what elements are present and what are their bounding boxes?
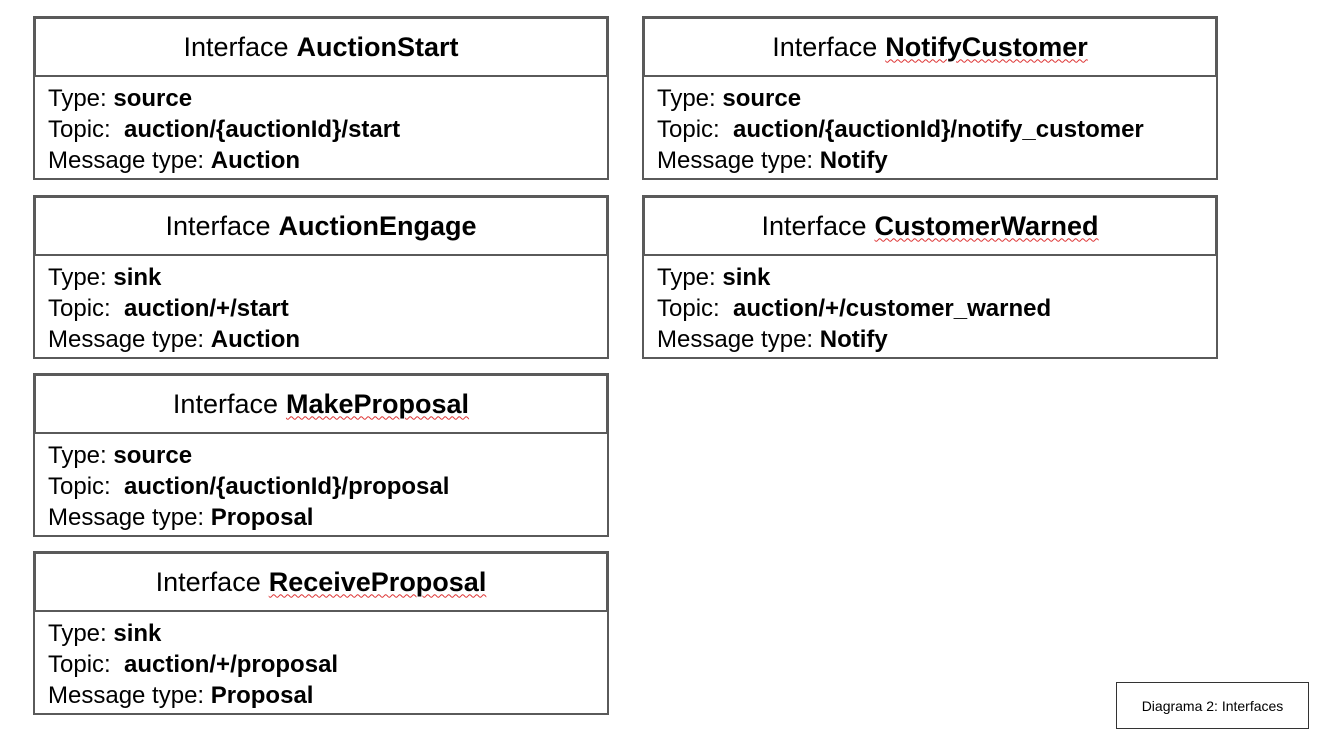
topic-row: Topic: auction/+/proposal [48,649,607,680]
type-label: Type: [657,85,716,112]
interface-header: Interface CustomerWarned [642,195,1218,257]
interface-body: Type: sink Topic: auction/+/customer_war… [642,256,1218,359]
message-type-label: Message type: [48,682,205,709]
type-row: Type: source [48,83,607,114]
message-type-row: Message type: Proposal [48,502,607,533]
interface-name: ReceiveProposal [268,566,487,597]
type-row: Type: sink [48,262,607,293]
topic-row: Topic: auction/{auctionId}/start [48,114,607,145]
type-row: Type: source [657,83,1216,114]
message-type-label: Message type: [657,147,814,174]
interface-card-makeproposal: Interface MakeProposal Type: source Topi… [33,373,609,537]
type-value: sink [722,264,771,291]
interface-body: Type: sink Topic: auction/+/proposal Mes… [33,612,609,715]
type-label: Type: [657,264,716,291]
topic-label: Topic: [48,473,111,500]
interface-header: Interface ReceiveProposal [33,551,609,613]
interface-keyword: Interface [761,210,867,241]
type-label: Type: [48,442,107,469]
diagram-caption: Diagrama 2: Interfaces [1116,682,1309,729]
message-type-row: Message type: Proposal [48,680,607,711]
type-value: source [113,442,193,469]
interface-name: AuctionEngage [278,210,477,241]
topic-value: auction/{auctionId}/proposal [124,473,450,500]
topic-value: auction/{auctionId}/start [124,116,401,143]
interface-card-notifycustomer: Interface NotifyCustomer Type: source To… [642,16,1218,180]
message-type-row: Message type: Auction [48,145,607,176]
message-type-value: Proposal [210,504,314,531]
interface-name: AuctionStart [296,31,459,62]
interface-name: MakeProposal [285,388,470,419]
topic-row: Topic: auction/{auctionId}/proposal [48,471,607,502]
interface-header: Interface AuctionEngage [33,195,609,257]
interface-header: Interface MakeProposal [33,373,609,435]
type-value: source [722,85,802,112]
message-type-value: Notify [819,326,888,353]
type-value: sink [113,264,162,291]
interface-body: Type: source Topic: auction/{auctionId}/… [33,77,609,180]
message-type-value: Notify [819,147,888,174]
topic-label: Topic: [48,116,111,143]
interface-card-receiveproposal: Interface ReceiveProposal Type: sink Top… [33,551,609,715]
interface-keyword: Interface [155,566,261,597]
interface-body: Type: sink Topic: auction/+/start Messag… [33,256,609,359]
topic-value: auction/+/customer_warned [733,295,1052,322]
message-type-value: Auction [210,147,301,174]
topic-value: auction/+/proposal [124,651,339,678]
topic-label: Topic: [657,295,720,322]
message-type-label: Message type: [48,504,205,531]
interface-name: NotifyCustomer [885,31,1088,62]
interface-card-auctionstart: Interface AuctionStart Type: source Topi… [33,16,609,180]
interface-name: CustomerWarned [874,210,1099,241]
interface-body: Type: source Topic: auction/{auctionId}/… [642,77,1218,180]
topic-value: auction/+/start [124,295,289,322]
interface-keyword: Interface [165,210,271,241]
topic-row: Topic: auction/+/customer_warned [657,293,1216,324]
message-type-row: Message type: Notify [657,145,1216,176]
message-type-value: Proposal [210,682,314,709]
type-value: source [113,85,193,112]
type-row: Type: sink [48,618,607,649]
message-type-row: Message type: Notify [657,324,1216,355]
message-type-label: Message type: [48,147,205,174]
topic-label: Topic: [48,651,111,678]
message-type-label: Message type: [657,326,814,353]
interface-card-auctionengage: Interface AuctionEngage Type: sink Topic… [33,195,609,359]
message-type-value: Auction [210,326,301,353]
topic-value: auction/{auctionId}/notify_customer [733,116,1144,143]
interface-card-customerwarned: Interface CustomerWarned Type: sink Topi… [642,195,1218,359]
message-type-label: Message type: [48,326,205,353]
topic-row: Topic: auction/{auctionId}/notify_custom… [657,114,1216,145]
interface-keyword: Interface [183,31,289,62]
interface-header: Interface NotifyCustomer [642,16,1218,78]
type-label: Type: [48,264,107,291]
interface-header: Interface AuctionStart [33,16,609,78]
type-label: Type: [48,85,107,112]
interface-body: Type: source Topic: auction/{auctionId}/… [33,434,609,537]
type-label: Type: [48,620,107,647]
topic-label: Topic: [657,116,720,143]
type-value: sink [113,620,162,647]
interface-keyword: Interface [772,31,878,62]
type-row: Type: source [48,440,607,471]
topic-row: Topic: auction/+/start [48,293,607,324]
topic-label: Topic: [48,295,111,322]
interface-keyword: Interface [172,388,278,419]
type-row: Type: sink [657,262,1216,293]
message-type-row: Message type: Auction [48,324,607,355]
